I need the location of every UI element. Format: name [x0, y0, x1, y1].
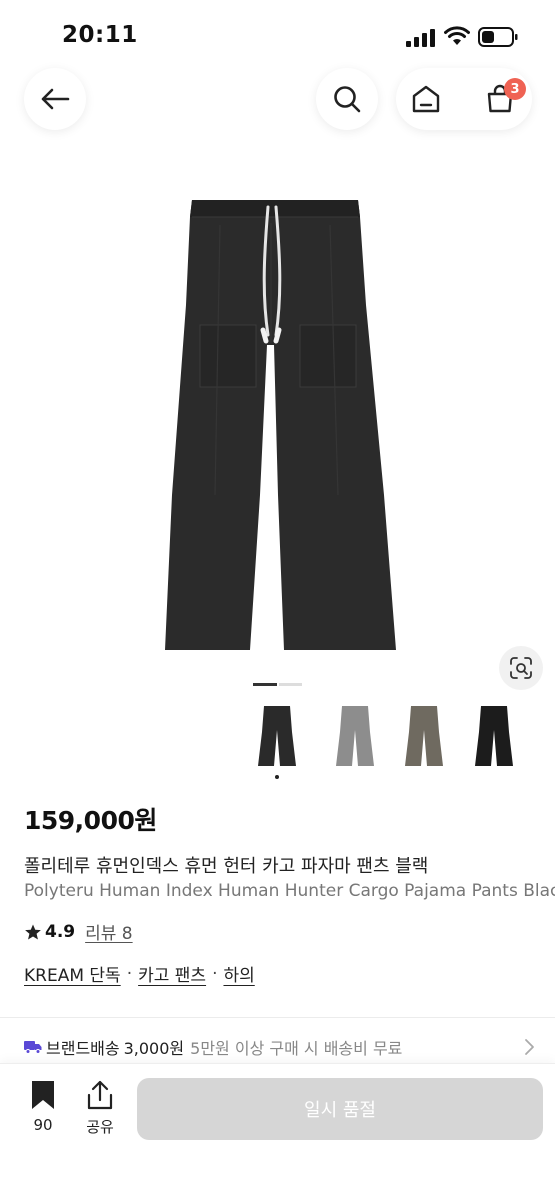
home-icon [412, 85, 440, 113]
visual-search-button[interactable] [499, 646, 543, 690]
battery-icon [478, 27, 518, 47]
share-button[interactable]: 공유 [80, 1080, 120, 1136]
review-link[interactable]: 리뷰 8 [85, 919, 133, 944]
search-button[interactable] [316, 68, 378, 130]
rating-row: 4.9 리뷰 8 [24, 919, 133, 944]
shipping-fee: 3,000원 [123, 1039, 185, 1058]
bookmark-count: 90 [33, 1116, 53, 1134]
color-thumbnail[interactable] [256, 702, 298, 770]
tag-cargo-pants[interactable]: 카고 팬츠 [138, 961, 206, 986]
share-icon [87, 1080, 113, 1110]
status-bar: 20:11 [0, 0, 555, 70]
cart-count-badge: 3 [504, 78, 526, 100]
color-thumbnail[interactable] [403, 702, 445, 770]
search-icon [334, 86, 361, 113]
tag-separator: · [126, 963, 133, 984]
truck-icon [24, 1041, 42, 1054]
section-divider [0, 1017, 555, 1018]
lens-icon [510, 657, 532, 679]
bookmark-button[interactable]: 90 [24, 1080, 62, 1136]
tags-row: KREAM 단독 · 카고 팬츠 · 하의 [24, 961, 255, 987]
home-button[interactable] [406, 80, 446, 118]
color-thumbnail[interactable] [473, 702, 515, 770]
rating-value: 4.9 [45, 921, 76, 942]
gallery-indicator-active [253, 683, 277, 686]
star-icon [25, 924, 41, 939]
shipping-row[interactable]: 브랜드배송 3,000원 5만원 이상 구매 시 배송비 무료 [24, 1035, 535, 1059]
back-button[interactable] [24, 68, 86, 130]
wifi-icon [444, 26, 470, 45]
cellular-signal-icon [406, 29, 435, 47]
bookmark-icon [32, 1081, 54, 1109]
selected-thumbnail-dot [275, 775, 279, 779]
product-image[interactable] [160, 195, 400, 655]
tag-bottoms[interactable]: 하의 [223, 961, 254, 986]
tag-separator: · [212, 963, 218, 984]
gallery-indicator-track [279, 683, 302, 686]
share-label: 공유 [86, 1118, 114, 1136]
shipping-label: 브랜드배송 [46, 1039, 120, 1058]
soldout-button[interactable]: 일시 품절 [137, 1078, 543, 1140]
arrow-left-icon [41, 88, 70, 110]
product-price: 159,000원 [24, 806, 157, 835]
status-time: 20:11 [62, 22, 138, 48]
product-title-english: Polyteru Human Index Human Hunter Cargo … [24, 881, 555, 901]
bottom-action-bar: 90 공유 일시 품절 [0, 1063, 555, 1200]
nav-actions-pill: 3 [396, 68, 532, 130]
shipping-note: 5만원 이상 구매 시 배송비 무료 [190, 1039, 403, 1058]
color-thumbnail[interactable] [334, 702, 376, 770]
product-title-korean: 폴리테루 휴먼인덱스 휴먼 헌터 카고 파자마 팬츠 블랙 [24, 856, 429, 877]
chevron-right-icon [525, 1039, 534, 1055]
tag-kream-exclusive[interactable]: KREAM 단독 [24, 961, 121, 986]
